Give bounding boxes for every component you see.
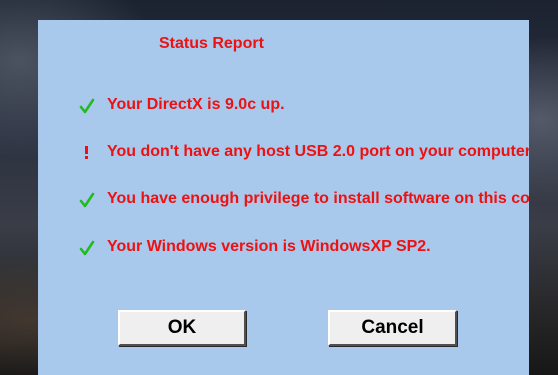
check-icon	[79, 192, 95, 208]
status-item-text: Your DirectX is 9.0c up.	[107, 96, 285, 113]
status-item-privilege: You have enough privilege to install sof…	[38, 188, 529, 212]
status-item-text: You have enough privilege to install sof…	[107, 190, 529, 207]
status-item-usb: You don't have any host USB 2.0 port on …	[38, 141, 529, 165]
check-icon	[79, 98, 95, 114]
status-item-text: Your Windows version is WindowsXP SP2.	[107, 238, 431, 255]
status-report-dialog: Status Report Your DirectX is 9.0c up. Y…	[38, 20, 529, 375]
status-item-directx: Your DirectX is 9.0c up.	[38, 94, 529, 118]
exclamation-icon	[85, 146, 88, 159]
status-item-windows-version: Your Windows version is WindowsXP SP2.	[38, 236, 529, 260]
status-item-text: You don't have any host USB 2.0 port on …	[107, 143, 529, 160]
cancel-button[interactable]: Cancel	[328, 310, 457, 346]
check-icon	[79, 240, 95, 256]
dialog-title: Status Report	[159, 35, 264, 52]
ok-button[interactable]: OK	[118, 310, 246, 346]
